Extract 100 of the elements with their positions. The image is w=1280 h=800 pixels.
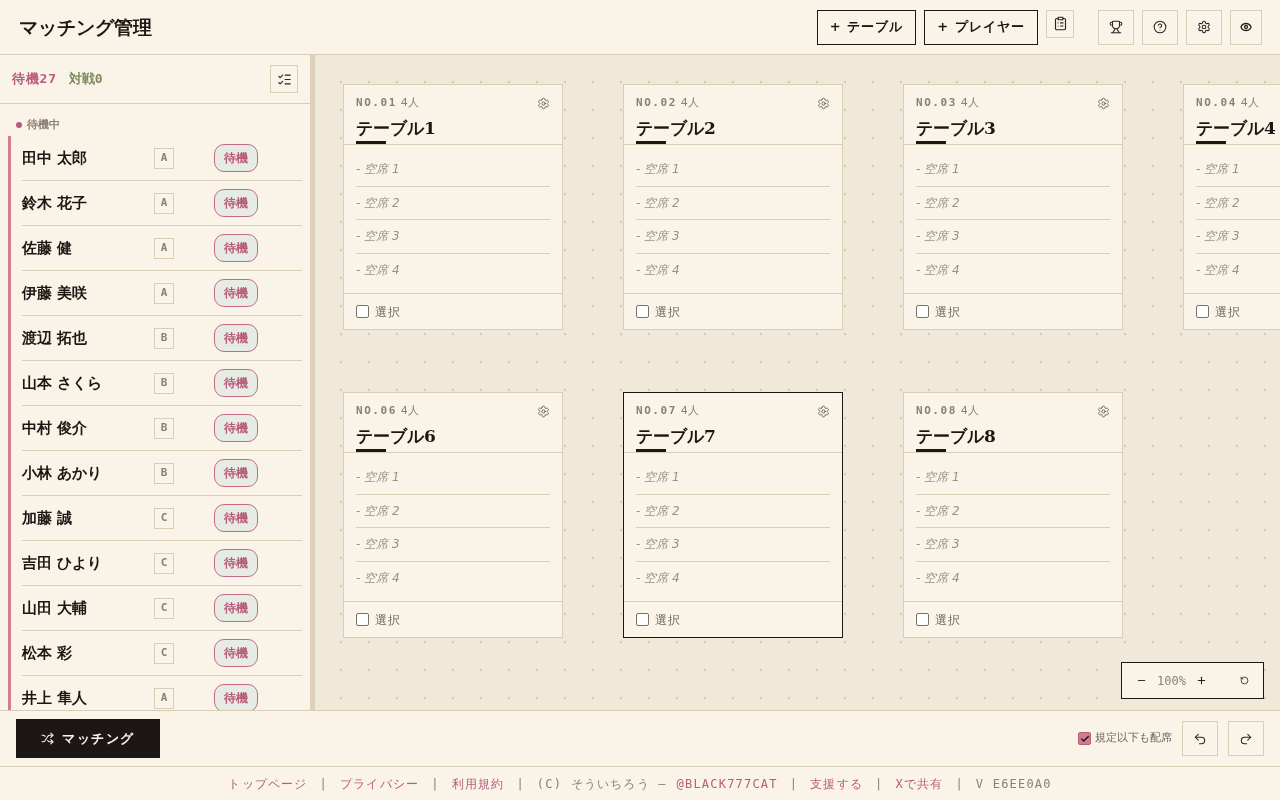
title-underline	[356, 449, 386, 452]
status-pill[interactable]: 待機	[214, 189, 258, 217]
seat-capacity: 4人	[1240, 94, 1259, 111]
status-pill[interactable]: 待機	[214, 279, 258, 307]
checkbox[interactable]	[356, 613, 369, 626]
empty-seat: - 空席 3	[916, 535, 960, 554]
footer-separator: |	[874, 775, 884, 793]
empty-seat: - 空席 2	[916, 193, 960, 212]
footer-link[interactable]: トップページ	[228, 774, 308, 793]
trophy-button[interactable]	[1098, 9, 1134, 45]
shuffle-icon	[41, 732, 55, 745]
page-title: マッチング管理	[19, 14, 152, 40]
empty-seat: - 空席 3	[356, 227, 400, 246]
table-name: テーブル7	[636, 425, 717, 448]
select-label: 選択	[1215, 303, 1242, 321]
status-pill[interactable]: 待機	[214, 324, 258, 352]
empty-seat: - 空席 1	[636, 468, 680, 487]
settings-icon	[1097, 96, 1110, 110]
redo-button[interactable]	[1228, 721, 1264, 756]
grade-label: A	[154, 147, 174, 169]
table-name: テーブル2	[636, 117, 717, 140]
title-underline	[916, 141, 946, 144]
player-name: 渡辺 拓也	[22, 327, 89, 349]
select-label: 選択	[935, 611, 962, 629]
title-underline	[1196, 141, 1226, 144]
status-pill[interactable]: 待機	[214, 549, 258, 577]
checkbox[interactable]	[916, 305, 929, 318]
footer-link[interactable]: プライバシー	[339, 774, 420, 793]
empty-seat: - 空席 3	[636, 227, 680, 246]
matching-button[interactable]: マッチング	[16, 719, 160, 758]
grade-label: A	[154, 687, 174, 709]
empty-seat: - 空席 2	[916, 501, 960, 520]
empty-seat: - 空席 1	[916, 160, 960, 179]
grade-label: C	[154, 642, 174, 664]
status-pill[interactable]: 待機	[214, 684, 258, 710]
player-name: 山田 大輔	[22, 597, 89, 619]
checkbox[interactable]	[1078, 732, 1091, 745]
checkbox[interactable]	[356, 305, 369, 318]
empty-seat: - 空席 3	[636, 535, 680, 554]
grade-label: A	[154, 237, 174, 259]
empty-seat: - 空席 4	[636, 261, 680, 280]
undo-button[interactable]	[1182, 721, 1218, 756]
player-name: 田中 太郎	[22, 147, 89, 169]
checkbox[interactable]	[636, 613, 649, 626]
playing-count: 対戦0	[68, 70, 103, 89]
empty-seat: - 空席 4	[916, 261, 960, 280]
footer-link[interactable]: 利用規約	[451, 774, 505, 793]
footer-text: (C) そういちろう —	[536, 775, 667, 793]
footer-link[interactable]: Xで共有	[895, 774, 944, 793]
title-underline	[636, 449, 666, 452]
help-icon	[1153, 20, 1167, 34]
grade-label: A	[154, 192, 174, 214]
player-name: 松本 彩	[22, 642, 74, 664]
empty-seat: - 空席 1	[356, 468, 400, 487]
status-pill[interactable]: 待機	[214, 594, 258, 622]
footer-separator: |	[431, 775, 440, 793]
checkbox[interactable]	[916, 613, 929, 626]
settings-icon	[537, 96, 550, 110]
add-button[interactable]: + プレイヤー	[924, 9, 1038, 45]
empty-seat: - 空席 3	[1196, 227, 1240, 246]
checkbox[interactable]	[1196, 305, 1209, 318]
reset-icon	[1240, 676, 1249, 685]
add-button[interactable]: + テーブル	[816, 9, 917, 45]
status-pill[interactable]: 待機	[214, 639, 258, 667]
player-name: 伊藤 美咲	[22, 282, 89, 304]
player-name: 井上 隼人	[22, 687, 89, 709]
table-number: NO.07	[636, 402, 677, 419]
status-pill[interactable]: 待機	[214, 504, 258, 532]
eye-icon	[1240, 21, 1252, 33]
grade-label: A	[154, 282, 174, 304]
settings-icon	[1097, 404, 1110, 418]
grade-label: C	[154, 552, 174, 574]
checklist-button[interactable]	[270, 65, 298, 93]
player-name: 佐藤 健	[22, 237, 74, 259]
status-pill[interactable]: 待機	[214, 369, 258, 397]
status-pill[interactable]: 待機	[214, 414, 258, 442]
title-underline	[916, 449, 946, 452]
help-button[interactable]	[1142, 9, 1178, 45]
reset-zoom-button[interactable]	[1240, 676, 1249, 685]
zoom-level: 100%	[1157, 672, 1186, 690]
eye-button[interactable]	[1230, 9, 1262, 45]
table-number: NO.06	[356, 402, 397, 419]
footer-link[interactable]: 支援する	[810, 774, 863, 793]
empty-seat: - 空席 4	[356, 261, 400, 280]
empty-seat: - 空席 4	[636, 569, 680, 588]
empty-seat: - 空席 4	[1196, 261, 1240, 280]
player-name: 山本 さくら	[22, 372, 104, 394]
footer-separator: |	[319, 775, 328, 793]
plus-icon	[1195, 675, 1207, 686]
table-name: テーブル8	[916, 425, 997, 448]
select-label: 選択	[655, 611, 682, 629]
status-pill[interactable]: 待機	[214, 234, 258, 262]
status-pill[interactable]: 待機	[214, 459, 258, 487]
table-name: テーブル4	[1196, 117, 1277, 140]
empty-seat: - 空席 1	[636, 160, 680, 179]
zoom-in-button[interactable]	[1195, 675, 1207, 686]
status-pill[interactable]: 待機	[214, 144, 258, 172]
clipboard-button[interactable]	[1046, 9, 1074, 38]
checkbox[interactable]	[636, 305, 649, 318]
footer-link[interactable]: @BLACK777CAT	[676, 774, 778, 793]
